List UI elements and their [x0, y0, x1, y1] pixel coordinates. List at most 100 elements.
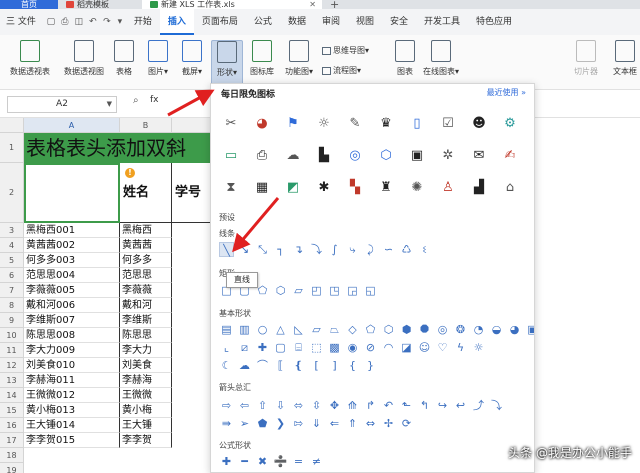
block-arc-icon[interactable]: ◠ [381, 340, 396, 355]
oval-icon[interactable]: ○ [255, 322, 270, 337]
online-chart-button[interactable]: 在线图表▾ [420, 40, 462, 86]
moon-icon[interactable]: ☾ [219, 358, 234, 373]
sun-icon[interactable]: ☼ [471, 340, 486, 355]
row-header[interactable]: 12 [0, 358, 24, 373]
curved-connector-icon[interactable]: ∫ [327, 242, 342, 257]
cell-name-id[interactable]: 刘美食010 [24, 358, 120, 373]
left-right-arrow-icon[interactable]: ⬄ [291, 398, 306, 413]
cell-name[interactable]: 李维斯 [120, 313, 172, 328]
up-down-arrow-icon[interactable]: ⇳ [309, 398, 324, 413]
cake-icon[interactable]: ♛ [376, 114, 396, 134]
parallelogram-icon[interactable]: ▱ [309, 322, 324, 337]
heart-icon[interactable]: ♡ [435, 340, 450, 355]
menu-security[interactable]: 安全 [382, 9, 416, 35]
striped-arrow-icon[interactable]: ⇛ [219, 416, 234, 431]
minus-icon[interactable]: ━ [237, 454, 252, 469]
menu-data[interactable]: 数据 [280, 9, 314, 35]
target-icon[interactable]: ◎ [345, 146, 365, 166]
title-cell[interactable]: 表格表头添加双斜 [24, 133, 212, 163]
down-arrow-icon[interactable]: ⇩ [273, 398, 288, 413]
menu-review[interactable]: 审阅 [314, 9, 348, 35]
down-callout-icon[interactable]: ⇓ [309, 416, 324, 431]
right-bracket-icon[interactable]: ] [327, 358, 342, 373]
redo-icon[interactable]: ↷ [100, 17, 114, 27]
octagon-icon[interactable]: ⯃ [417, 322, 432, 337]
row-header[interactable]: 17 [0, 433, 24, 448]
tab-templates[interactable]: 稻壳模板 [58, 0, 142, 9]
cell-name[interactable]: 王微微 [120, 388, 172, 403]
menu-formulas[interactable]: 公式 [246, 9, 280, 35]
blocks-icon[interactable]: ▚ [345, 178, 365, 198]
pen-icon[interactable]: ✎ [345, 114, 365, 134]
warning-icon[interactable]: ! [125, 168, 135, 178]
notebook-icon[interactable]: ▯ [407, 114, 427, 134]
plaque-icon[interactable]: ▢ [273, 340, 288, 355]
cross-icon[interactable]: ✚ [255, 340, 270, 355]
left-up-arrow-icon[interactable]: ⬑ [399, 398, 414, 413]
preview-icon[interactable]: ◫ [72, 17, 86, 27]
triangle-icon[interactable]: △ [273, 322, 288, 337]
row-header[interactable]: 15 [0, 403, 24, 418]
lightbulb-icon[interactable]: ☼ [314, 114, 334, 134]
corner-cell[interactable] [0, 118, 24, 133]
menu-file[interactable]: 三 文件 [0, 9, 44, 35]
right-triangle-icon[interactable]: ◺ [291, 322, 306, 337]
arrow-line-icon[interactable]: ↘ [237, 242, 252, 257]
function-chart-button[interactable]: 功能图▾ [282, 40, 316, 86]
round2-rect-icon[interactable]: ◲ [345, 283, 360, 298]
diagonal-stripe-icon[interactable]: ⧄ [237, 340, 252, 355]
cell-name[interactable]: 李赫海 [120, 373, 172, 388]
cell-name-id[interactable]: 范思思004 [24, 268, 120, 283]
round-diag-rect-icon[interactable]: ◱ [363, 283, 378, 298]
row-header[interactable]: 10 [0, 328, 24, 343]
header-id-cell[interactable]: 学号 [172, 163, 212, 223]
frame-icon[interactable]: ▣ [525, 322, 534, 337]
column-header-b[interactable]: B [120, 118, 172, 133]
cube-icon[interactable]: ⬚ [309, 340, 324, 355]
diamond-icon[interactable]: ◇ [345, 322, 360, 337]
building-icon[interactable]: ▙ [314, 146, 334, 166]
pentagon-arrow-icon[interactable]: ⬟ [255, 416, 270, 431]
menu-special[interactable]: 特色应用 [468, 9, 520, 35]
curve-icon[interactable]: ∽ [381, 242, 396, 257]
pivot-chart-button[interactable]: 数据透视图 [58, 40, 110, 86]
text-vertical-icon[interactable]: ▥ [237, 322, 252, 337]
row-header[interactable]: 3 [0, 223, 24, 238]
snip2-rect-icon[interactable]: ⬡ [273, 283, 288, 298]
cell-name[interactable]: 陈思思 [120, 328, 172, 343]
menu-developer[interactable]: 开发工具 [416, 9, 468, 35]
settings-icon[interactable]: ✲ [438, 146, 458, 166]
curved-up-arrow-icon[interactable]: ⤴ [471, 398, 486, 413]
table-button[interactable]: 表格 [112, 40, 136, 86]
cell-name-id[interactable]: 李薇薇005 [24, 283, 120, 298]
pie-shape-icon[interactable]: ◔ [471, 322, 486, 337]
cell-name[interactable]: 黄小梅 [120, 403, 172, 418]
smiley-icon[interactable]: ☺ [417, 340, 432, 355]
people-icon[interactable]: ☻ [469, 114, 489, 134]
fx-label[interactable]: fx [150, 95, 159, 105]
left-brace-icon[interactable]: { [345, 358, 360, 373]
row-header[interactable]: 2 [0, 163, 24, 223]
dodecagon-icon[interactable]: ❂ [453, 322, 468, 337]
cell-name-id[interactable]: 李赫海011 [24, 373, 120, 388]
database-icon[interactable]: ⬡ [376, 146, 396, 166]
left-bracket-icon[interactable]: [ [309, 358, 324, 373]
not-equal-icon[interactable]: ≠ [309, 454, 324, 469]
cell-name[interactable]: 王大锤 [120, 418, 172, 433]
cell-name-id[interactable]: 黑梅西001 [24, 223, 120, 238]
left-arrow-icon[interactable]: ⇦ [237, 398, 252, 413]
undo-icon[interactable]: ↶ [86, 17, 100, 27]
chevron-down-icon[interactable]: ▼ [107, 97, 112, 112]
tools-icon[interactable]: ✂ [221, 114, 241, 134]
left-right-up-arrow-icon[interactable]: ⟰ [345, 398, 360, 413]
notched-arrow-icon[interactable]: ➢ [237, 416, 252, 431]
robot-icon[interactable]: ⚙ [500, 114, 520, 134]
menu-insert[interactable]: 插入 [159, 9, 194, 35]
snip-diag-rect-icon[interactable]: ▱ [291, 283, 306, 298]
bevel-icon[interactable]: ▩ [327, 340, 342, 355]
row-header[interactable]: 8 [0, 298, 24, 313]
cell-name[interactable]: 李薇薇 [120, 283, 172, 298]
teardrop-icon[interactable]: ◕ [507, 322, 522, 337]
row-header[interactable]: 9 [0, 313, 24, 328]
arc-icon[interactable]: ⌒ [255, 358, 270, 373]
